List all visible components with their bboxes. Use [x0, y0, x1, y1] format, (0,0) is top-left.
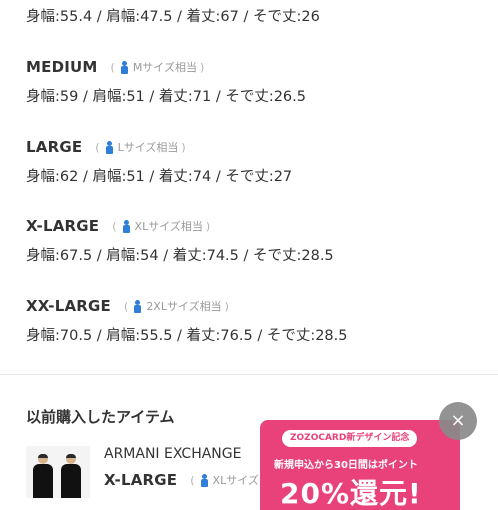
size-equivalent: ( XLサイズ	[190, 473, 259, 487]
size-name: XX-LARGE	[26, 297, 112, 315]
first-size-dims: 身幅:55.4 / 肩幅:47.5 / 着丈:67 / そで丈:26	[26, 9, 320, 25]
person-icon	[122, 219, 131, 233]
previous-items-title: 以前購入したアイテム	[26, 408, 175, 426]
size-row-x-large: X-LARGE ( XLサイズ相当 ) 身幅:67.5 / 肩幅:54 / 着丈…	[26, 216, 334, 265]
size-dims: 身幅:59 / 肩幅:51 / 着丈:71 / そで丈:26.5	[26, 89, 306, 105]
product-brand[interactable]: ARMANI EXCHANGE	[104, 446, 241, 462]
size-equivalent: ( 2XLサイズ相当 )	[124, 299, 229, 313]
size-equivalent: ( Lサイズ相当 )	[95, 140, 186, 154]
model-figure	[60, 454, 82, 498]
promo-tag: ZOZOCARD新デザイン記念	[282, 430, 418, 447]
close-icon[interactable]: ×	[439, 402, 477, 440]
promo-subtext: 新規申込から30日間はポイント	[274, 460, 418, 471]
size-name: LARGE	[26, 138, 83, 156]
person-icon	[200, 473, 209, 487]
product-size: X-LARGE ( XLサイズ	[104, 471, 259, 489]
model-figure	[32, 454, 54, 498]
size-dims: 身幅:62 / 肩幅:51 / 着丈:74 / そで丈:27	[26, 169, 293, 185]
size-row-xx-large: XX-LARGE ( 2XLサイズ相当 ) 身幅:70.5 / 肩幅:55.5 …	[26, 296, 348, 345]
size-equivalent: ( Mサイズ相当 )	[110, 60, 205, 74]
person-icon	[105, 140, 114, 154]
size-equivalent: ( XLサイズ相当 )	[112, 219, 211, 233]
size-dims: 身幅:70.5 / 肩幅:55.5 / 着丈:76.5 / そで丈:28.5	[26, 328, 348, 344]
section-divider	[0, 374, 498, 375]
person-icon	[133, 299, 142, 313]
product-thumbnail[interactable]	[26, 446, 90, 498]
size-name: X-LARGE	[104, 471, 178, 489]
size-name: MEDIUM	[26, 58, 98, 76]
person-icon	[120, 60, 129, 74]
size-dims: 身幅:67.5 / 肩幅:54 / 着丈:74.5 / そで丈:28.5	[26, 248, 334, 264]
size-row-large: LARGE ( Lサイズ相当 ) 身幅:62 / 肩幅:51 / 着丈:74 /…	[26, 137, 292, 186]
close-button-label: ×	[450, 410, 466, 431]
size-row-medium: MEDIUM ( Mサイズ相当 ) 身幅:59 / 肩幅:51 / 着丈:71 …	[26, 57, 306, 106]
zozocard-promo-banner[interactable]: ZOZOCARD新デザイン記念 新規申込から30日間はポイント 20%還元!	[260, 420, 460, 510]
promo-headline: 20%還元!	[280, 477, 422, 510]
size-name: X-LARGE	[26, 217, 100, 235]
